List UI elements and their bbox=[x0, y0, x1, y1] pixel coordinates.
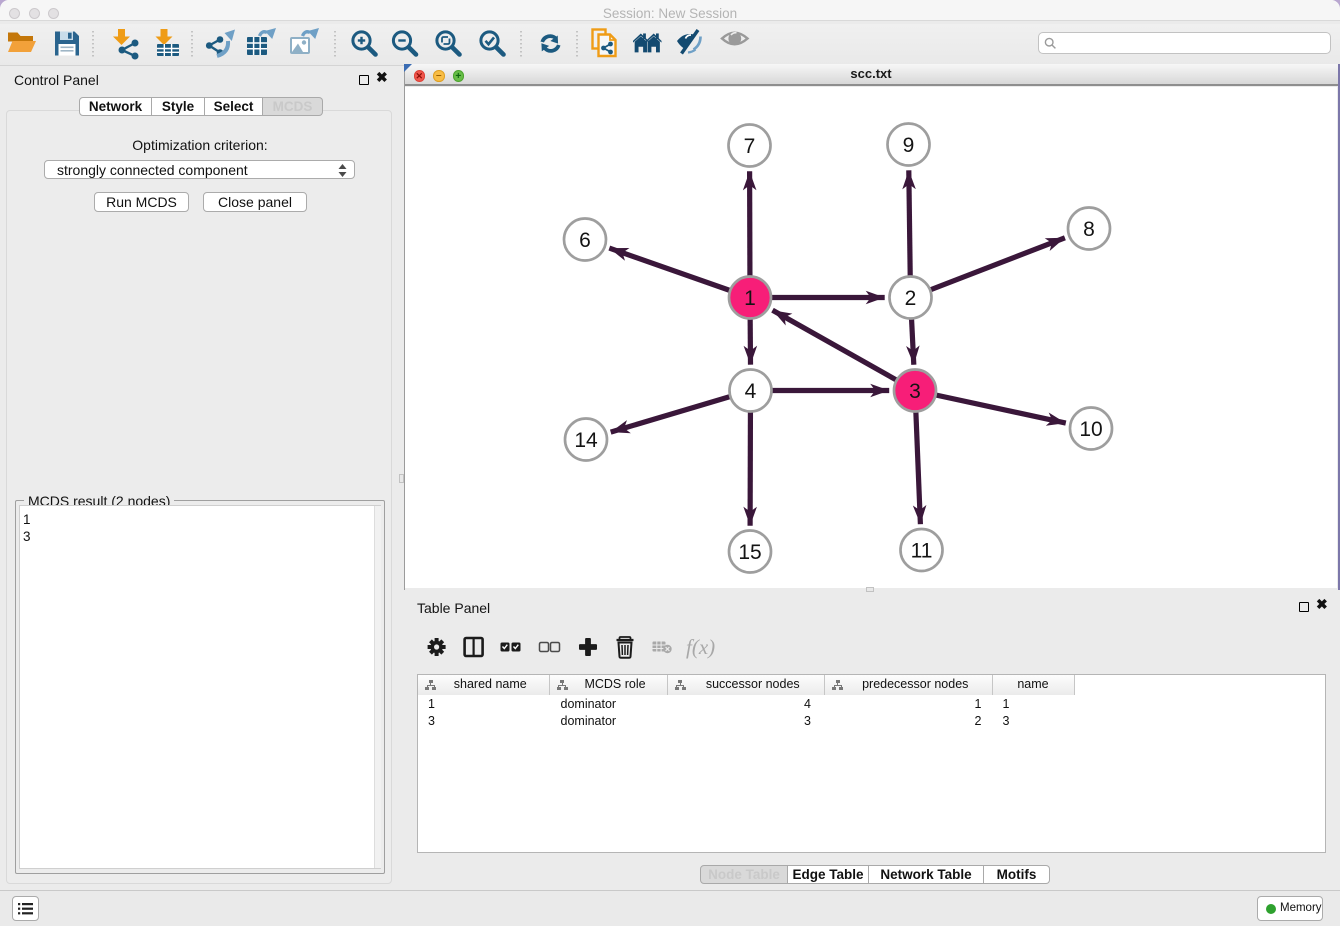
svg-text:9: 9 bbox=[903, 134, 915, 157]
svg-text:7: 7 bbox=[744, 135, 756, 158]
svg-text:f(x): f(x) bbox=[686, 635, 715, 659]
svg-text:2: 2 bbox=[905, 287, 917, 310]
svg-text:10: 10 bbox=[1079, 418, 1102, 441]
svg-text:3: 3 bbox=[909, 380, 921, 403]
svg-text:15: 15 bbox=[738, 541, 761, 564]
svg-text:8: 8 bbox=[1083, 218, 1095, 241]
svg-text:11: 11 bbox=[911, 540, 933, 563]
svg-text:14: 14 bbox=[574, 429, 598, 452]
svg-text:1: 1 bbox=[744, 287, 756, 310]
svg-text:4: 4 bbox=[745, 380, 757, 403]
svg-text:6: 6 bbox=[579, 229, 591, 252]
